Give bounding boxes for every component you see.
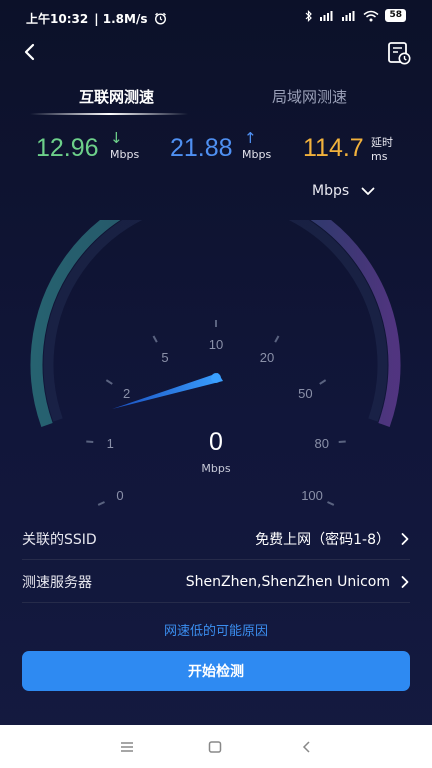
gauge-tick-label: 50 <box>298 386 312 401</box>
tab-internet-speed[interactable]: 互联网测速 <box>79 86 154 107</box>
chevron-right-icon <box>401 532 409 545</box>
gauge-tick-label: 100 <box>301 488 323 503</box>
status-right: 58 <box>305 9 406 22</box>
start-test-button[interactable]: 开始检测 <box>22 651 410 691</box>
gauge-tick <box>105 379 113 385</box>
alarm-icon <box>154 12 166 25</box>
current-speed-unit: Mbps <box>201 462 231 475</box>
home-icon[interactable] <box>206 738 224 756</box>
latency-metric: 114.7 延时 ms <box>303 134 393 163</box>
gauge-tick-label: 20 <box>260 350 274 365</box>
download-arrow-icon: ↓ <box>110 129 123 147</box>
download-value: 12.96 <box>36 134 99 162</box>
gauge-tick <box>319 379 327 385</box>
signal-icon-2 <box>342 11 355 21</box>
server-value: ShenZhen,ShenZhen Unicom <box>185 573 390 590</box>
wifi-icon <box>363 10 379 21</box>
gauge-tick <box>274 335 280 343</box>
unit-dropdown-label: Mbps <box>312 183 350 199</box>
chevron-down-icon <box>361 187 375 195</box>
ssid-value: 免费上网（密码1-8） <box>255 531 390 548</box>
speed-gauge: 012510205080100 <box>30 220 401 506</box>
speed-test-screen: 上午10:32 | 1.8M/s 58 互联网测速 局域网测速 12.96 ↓ … <box>0 0 432 768</box>
low-speed-reasons-link[interactable]: 网速低的可能原因 <box>0 620 432 639</box>
upload-metric: 21.88 ↑ Mbps <box>170 129 271 163</box>
history-icon[interactable] <box>386 40 412 66</box>
needle-tip-cap <box>211 373 221 383</box>
upload-value: 21.88 <box>170 134 233 162</box>
status-time: 上午10:32 <box>26 12 89 26</box>
bluetooth-icon <box>306 9 313 22</box>
ssid-label: 关联的SSID <box>22 531 97 548</box>
status-bar: 上午10:32 | 1.8M/s 58 <box>0 0 432 34</box>
status-net-speed: | 1.8M/s <box>94 11 148 26</box>
active-tab-indicator <box>30 113 188 115</box>
gauge-tick-label: 5 <box>161 350 168 365</box>
download-metric: 12.96 ↓ Mbps <box>36 129 139 163</box>
gauge-tick <box>97 501 105 506</box>
tab-lan-speed[interactable]: 局域网测速 <box>272 86 347 107</box>
gauge-tick-label: 0 <box>116 488 123 503</box>
gauge-tick-labels: 012510205080100 <box>107 337 329 503</box>
ssid-row[interactable]: 关联的SSID 免费上网（密码1-8） <box>22 518 410 560</box>
gauge-tick <box>327 501 335 506</box>
latency-label: 延时 <box>371 136 393 149</box>
chevron-right-icon <box>401 575 409 588</box>
signal-icon-1 <box>320 11 333 21</box>
gauge-tick <box>152 335 158 343</box>
upload-unit: Mbps <box>242 148 272 161</box>
download-unit: Mbps <box>110 148 140 161</box>
server-label: 测速服务器 <box>22 574 92 591</box>
back-arrow-icon[interactable] <box>18 40 42 64</box>
menu-icon[interactable] <box>118 738 136 756</box>
latency-unit: ms <box>371 150 388 163</box>
gauge-tick-label: 10 <box>209 337 223 352</box>
latency-value: 114.7 <box>303 134 364 162</box>
upload-arrow-icon: ↑ <box>244 129 257 147</box>
status-left: 上午10:32 | 1.8M/s <box>26 10 167 27</box>
unit-dropdown[interactable]: Mbps <box>312 183 375 199</box>
gauge-tick-label: 2 <box>123 386 130 401</box>
tab-bar: 互联网测速 局域网测速 <box>0 86 432 116</box>
system-nav-bar <box>0 725 432 768</box>
current-speed-value: 0 <box>209 428 223 456</box>
battery-indicator: 58 <box>385 9 406 22</box>
nav-back-icon[interactable] <box>298 738 316 756</box>
server-row[interactable]: 测速服务器 ShenZhen,ShenZhen Unicom <box>22 561 410 603</box>
